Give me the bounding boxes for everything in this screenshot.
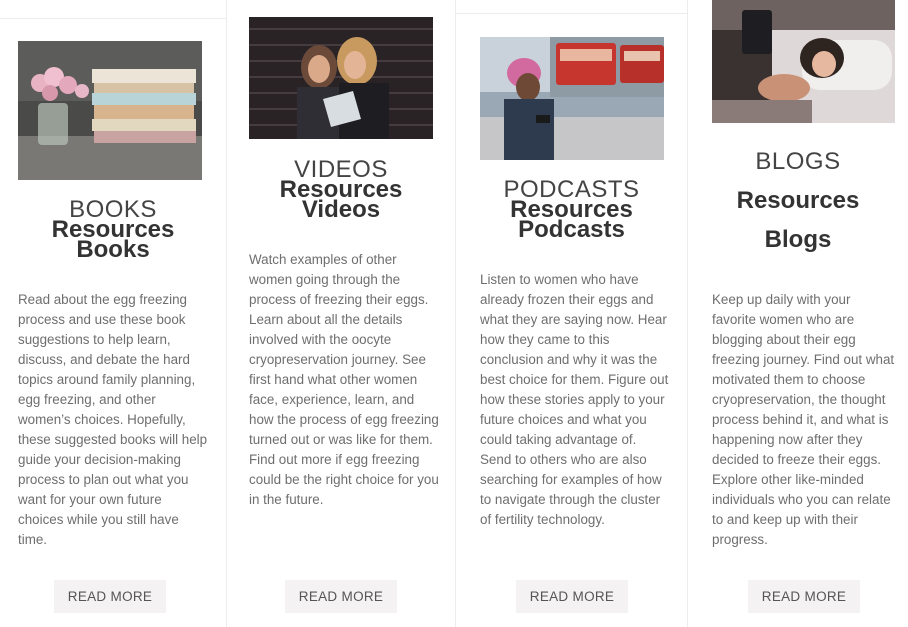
card-heading-line2: Blogs [764, 226, 832, 253]
blogs-image[interactable] [712, 0, 895, 123]
videos-image[interactable] [249, 17, 433, 139]
card-description: Keep up daily with your favorite women w… [712, 292, 895, 547]
books-image[interactable] [18, 41, 202, 180]
resource-card-blogs: BLOGS Resources Blogs Keep up daily with… [688, 0, 908, 627]
card-heading-line1: Resources [736, 187, 860, 214]
card-top-border [456, 13, 687, 14]
resource-card-videos: VIDEOS Resources Videos Watch examples o… [227, 0, 455, 627]
card-description: Watch examples of other women going thro… [249, 252, 439, 507]
card-heading-line2: Podcasts [518, 216, 625, 243]
card-category: BLOGS [755, 148, 841, 175]
podcasts-image[interactable] [480, 37, 664, 160]
card-heading-line2: Books [76, 236, 150, 263]
resource-card-books: BOOKS Resources Books Read about the egg… [0, 0, 226, 627]
card-description: Read about the egg freezing process and … [18, 292, 208, 547]
card-description: Listen to women who have already frozen … [480, 272, 669, 527]
read-more-button[interactable]: READ MORE [54, 580, 166, 613]
card-top-border [0, 18, 226, 19]
resource-card-podcasts: PODCASTS Resources Podcasts Listen to wo… [456, 0, 687, 627]
read-more-button[interactable]: READ MORE [516, 580, 628, 613]
read-more-button[interactable]: READ MORE [285, 580, 397, 613]
card-heading-line2: Videos [301, 196, 381, 223]
read-more-button[interactable]: READ MORE [748, 580, 860, 613]
